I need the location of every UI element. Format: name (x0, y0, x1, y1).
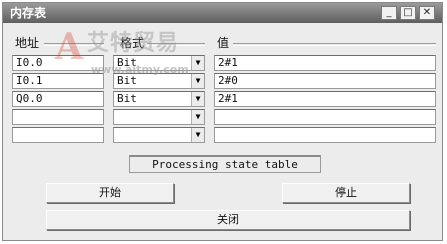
address-column-header: 地址 (15, 36, 40, 50)
chevron-down-icon[interactable]: ▼ (191, 56, 204, 70)
address-input[interactable]: Q0.0 (12, 91, 104, 107)
minimize-button[interactable]: _ (381, 6, 397, 20)
value-input[interactable] (214, 127, 436, 143)
chevron-down-icon[interactable]: ▼ (191, 74, 204, 88)
format-select[interactable]: Bit ▼ (113, 55, 205, 71)
chevron-down-icon[interactable]: ▼ (191, 128, 204, 142)
address-input[interactable] (12, 109, 104, 125)
close-button[interactable]: 关闭 (46, 210, 410, 230)
start-button[interactable]: 开始 (46, 183, 174, 203)
header-divider (233, 43, 436, 46)
format-select[interactable]: ▼ (113, 127, 205, 143)
format-value: Bit (117, 56, 137, 69)
value-input[interactable]: 2#0 (214, 73, 436, 89)
format-select[interactable]: Bit ▼ (113, 73, 205, 89)
address-input[interactable]: I0.1 (12, 73, 104, 89)
format-value: Bit (117, 74, 137, 87)
maximize-button[interactable]: □ (400, 6, 416, 20)
address-input[interactable] (12, 127, 104, 143)
chevron-down-icon[interactable]: ▼ (191, 92, 204, 106)
header-divider (44, 43, 104, 46)
window-title: 内存表 (10, 6, 47, 20)
chevron-down-icon[interactable]: ▼ (191, 110, 204, 124)
address-input[interactable]: I0.0 (12, 55, 104, 71)
format-select[interactable]: ▼ (113, 109, 205, 125)
value-input[interactable]: 2#1 (214, 55, 436, 71)
value-input[interactable] (214, 109, 436, 125)
status-text: Processing state table (129, 155, 321, 173)
value-input[interactable]: 2#1 (214, 91, 436, 107)
title-bar[interactable]: 内存表 _ □ ✕ (3, 3, 442, 23)
memory-table-window: 内存表 _ □ ✕ 地址 格式 值 I0.0 Bit ▼ 2#1 I0.1 Bi… (2, 2, 443, 241)
stop-button[interactable]: 停止 (282, 183, 410, 203)
format-value: Bit (117, 92, 137, 105)
format-select[interactable]: Bit ▼ (113, 91, 205, 107)
format-column-header: 格式 (120, 36, 145, 50)
header-divider (147, 43, 205, 46)
close-window-button[interactable]: ✕ (419, 6, 435, 20)
value-column-header: 值 (217, 36, 230, 50)
